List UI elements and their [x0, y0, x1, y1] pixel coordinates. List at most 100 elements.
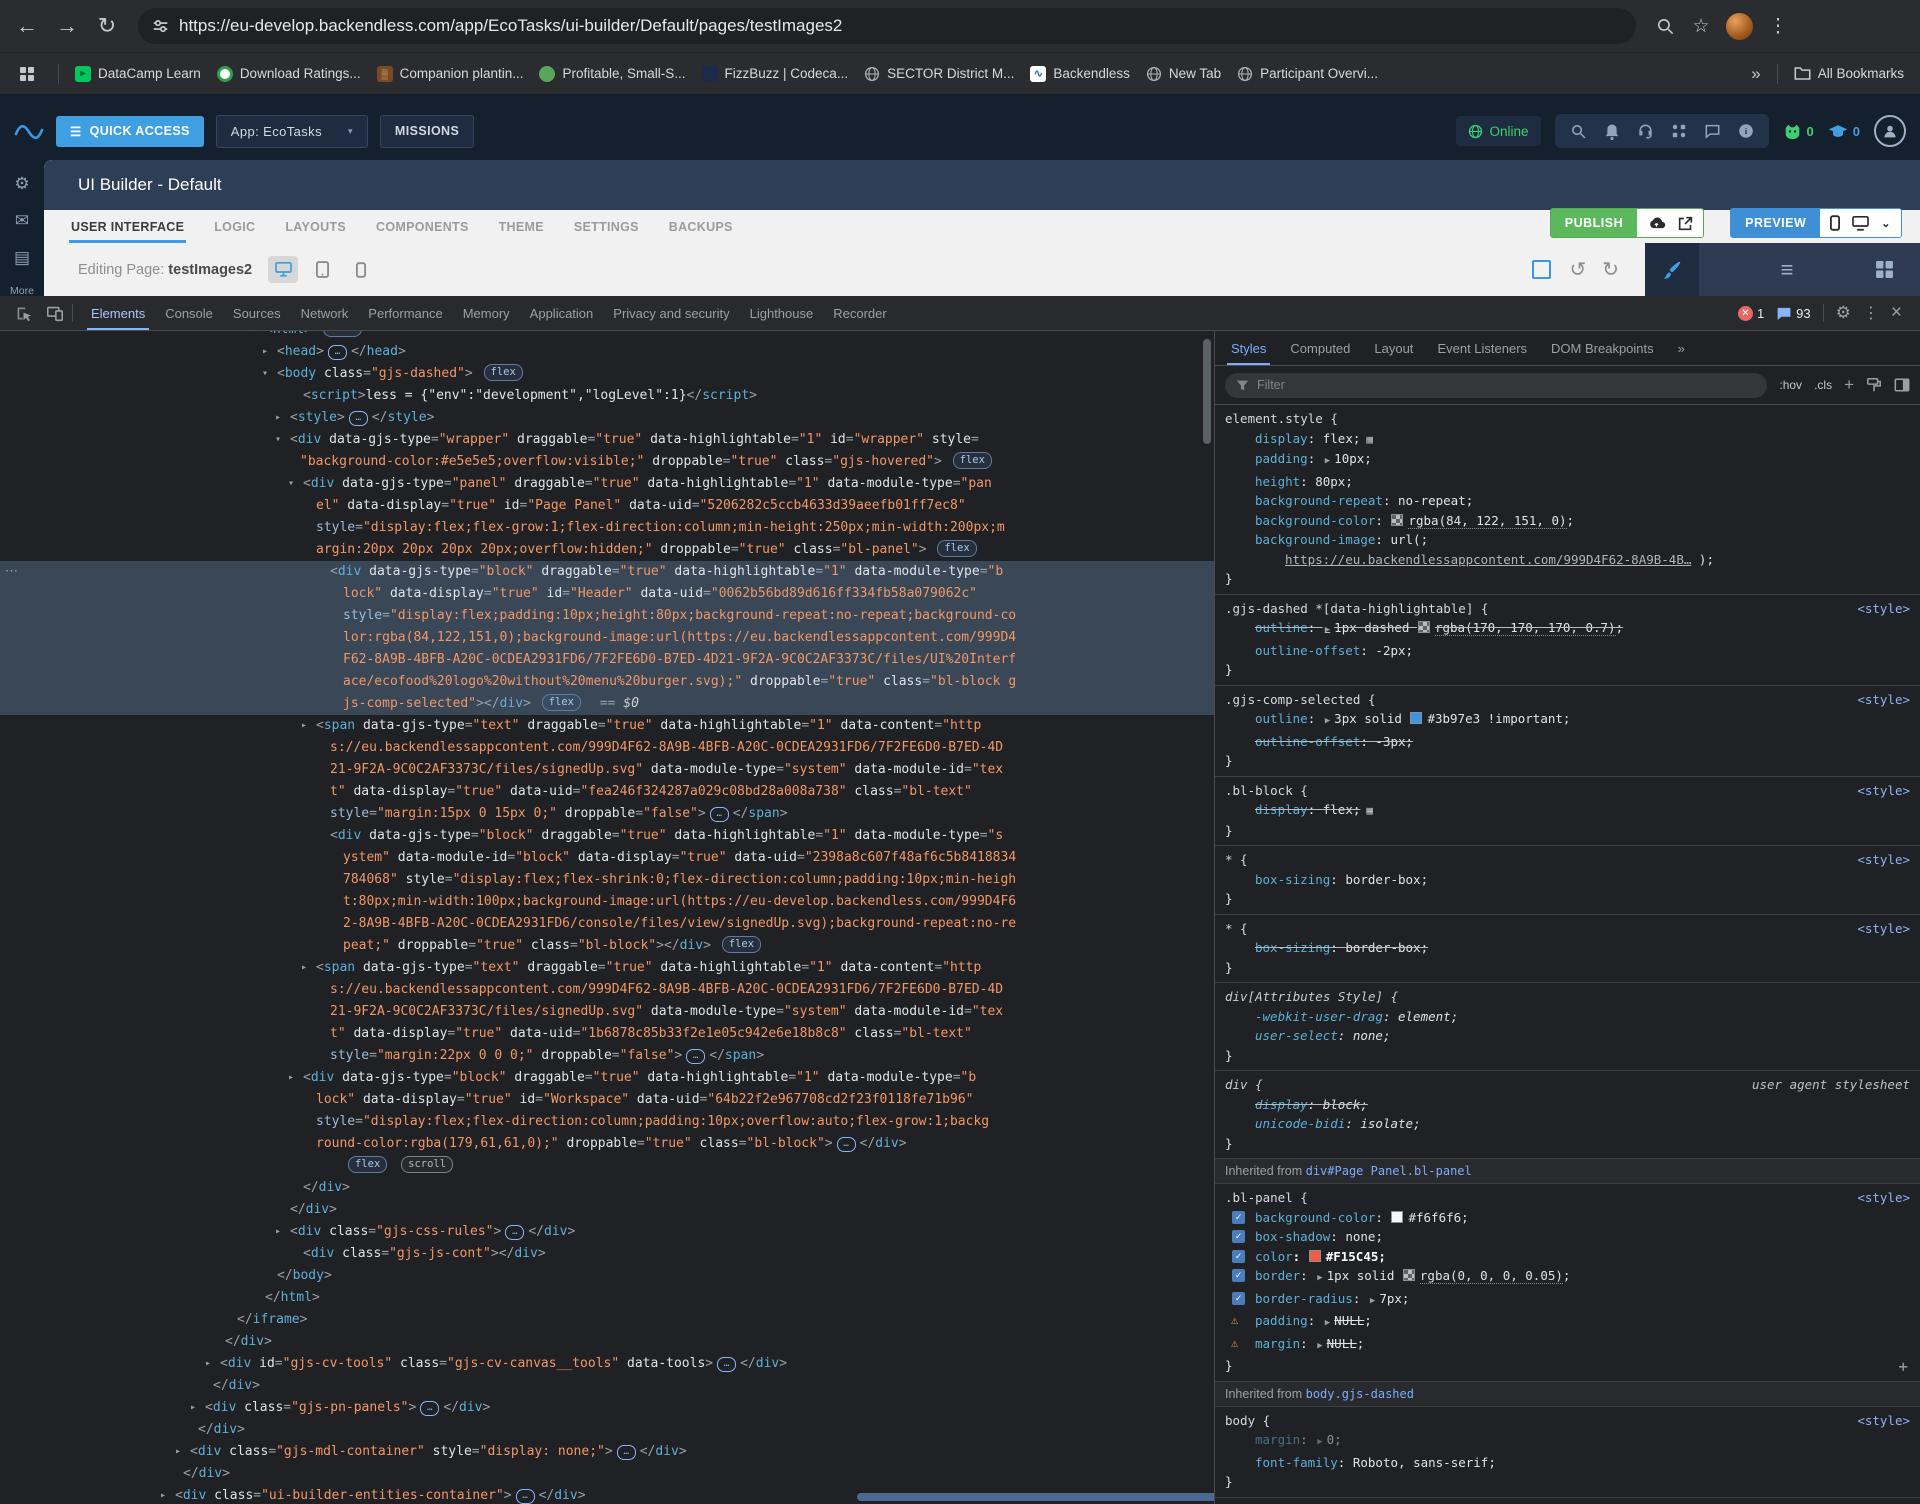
tree-line[interactable]: 784068" style="display:flex;flex-shrink:…	[0, 869, 1214, 891]
tree-line[interactable]: </div>	[0, 1177, 1214, 1199]
tree-line[interactable]: ▾<div data-gjs-type="wrapper" draggable=…	[0, 429, 1214, 451]
bookmark-item[interactable]: ∿Backendless	[1030, 66, 1130, 82]
css-declaration[interactable]: background-image: url(;	[1225, 530, 1910, 550]
tree-line[interactable]: round-color:rgba(179,61,61,0);" droppabl…	[0, 1133, 1214, 1155]
flex-badge[interactable]: flex	[484, 364, 523, 381]
flex-badge[interactable]: flex	[937, 540, 976, 557]
publish-button[interactable]: PUBLISH	[1550, 208, 1704, 238]
reload-button[interactable]: ↻	[90, 9, 124, 43]
expand-value-arrow[interactable]: ▶	[1317, 1341, 1322, 1351]
backendless-logo-icon[interactable]	[14, 120, 44, 142]
tree-line[interactable]: ▸<head>…</head>	[0, 341, 1214, 363]
property-checkbox[interactable]: ✓	[1232, 1211, 1245, 1224]
collapse-arrow-icon[interactable]: ▾	[288, 473, 294, 495]
rule-origin-link[interactable]: <style>	[1857, 850, 1910, 870]
tree-line[interactable]: lock" data-display="true" id="Header" da…	[0, 583, 1214, 605]
expand-inline-icon[interactable]: …	[617, 1445, 636, 1460]
tree-line[interactable]: </html>	[0, 1287, 1214, 1309]
data-icon[interactable]: ▤	[14, 248, 30, 268]
phone-view-button[interactable]	[346, 256, 376, 283]
scroll-badge[interactable]: scroll	[401, 1156, 453, 1173]
tablet-view-button[interactable]	[307, 256, 337, 283]
styles-tabs-overflow-icon[interactable]: »	[1666, 331, 1697, 365]
account-avatar[interactable]	[1874, 115, 1906, 147]
devtools-tab-sources[interactable]: Sources	[223, 296, 291, 330]
rule-origin-link[interactable]: <style>	[1857, 690, 1910, 710]
devtools-tab-network[interactable]: Network	[291, 296, 359, 330]
expand-value-arrow[interactable]: ▶	[1317, 1437, 1322, 1447]
theme-brush-button[interactable]	[1645, 243, 1699, 296]
preview-chevron-icon[interactable]: ⌄	[1881, 217, 1891, 230]
expand-arrow-icon[interactable]: ▸	[205, 1353, 211, 1375]
expand-arrow-icon[interactable]: ▸	[301, 715, 307, 737]
expand-value-arrow[interactable]: ▶	[1325, 625, 1330, 635]
tree-line[interactable]: F62-8A9B-4BFB-A20C-0CDEA2931FD6/7F2FE6D0…	[0, 649, 1214, 671]
add-property-icon[interactable]: +	[1898, 1357, 1908, 1377]
css-declaration[interactable]: background-repeat: no-repeat;	[1225, 491, 1910, 511]
devtools-tab-privacy-and-security[interactable]: Privacy and security	[603, 296, 739, 330]
tree-line[interactable]: ▸<div class="gjs-mdl-container" style="d…	[0, 1441, 1214, 1463]
node-actions-dots[interactable]: ⋯	[5, 563, 18, 579]
site-settings-icon[interactable]	[152, 18, 169, 35]
css-declaration[interactable]: margin: ▶0;	[1225, 1430, 1910, 1453]
css-rule[interactable]: * {<style>box-sizing: border-box;}	[1215, 846, 1920, 915]
color-swatch[interactable]	[1410, 712, 1422, 724]
new-style-rule-icon[interactable]: +	[1844, 375, 1854, 395]
browser-menu-icon[interactable]: ⋮	[1763, 11, 1793, 41]
css-rule[interactable]: div[Attributes Style] {-webkit-user-drag…	[1215, 983, 1920, 1071]
css-declaration[interactable]: display: block;	[1225, 1095, 1910, 1115]
css-declaration[interactable]: ⚠margin: ▶NULL;	[1225, 1334, 1910, 1357]
flex-badge[interactable]: flex	[953, 452, 992, 469]
tree-line[interactable]: ▾<body class="gjs-dashed"> flex	[0, 363, 1214, 385]
rule-origin-link[interactable]: <style>	[1857, 1188, 1910, 1208]
tree-line[interactable]: <script>less = {"env":"development","log…	[0, 385, 1214, 407]
bookmark-item[interactable]: Participant Overvi...	[1237, 66, 1378, 82]
device-toolbar-icon[interactable]	[40, 300, 70, 326]
tree-line[interactable]: style="display:flex;flex-direction:colum…	[0, 1111, 1214, 1133]
tree-line[interactable]: ▾<div data-gjs-type="panel" draggable="t…	[0, 473, 1214, 495]
tree-line[interactable]: ▸<div class="gjs-pn-panels">…</div>	[0, 1397, 1214, 1419]
builder-tab-backups[interactable]: BACKUPS	[669, 210, 733, 243]
collapse-arrow-icon[interactable]: ▾	[250, 331, 256, 341]
inherited-node-link[interactable]: div#Page Panel.bl-panel	[1306, 1164, 1472, 1178]
horizontal-scrollbar[interactable]	[857, 1493, 1214, 1501]
preview-desktop-icon[interactable]	[1852, 216, 1869, 231]
bookmark-item[interactable]: ▸DataCamp Learn	[75, 66, 201, 82]
inspect-element-icon[interactable]	[8, 300, 38, 326]
desktop-view-button[interactable]	[268, 256, 298, 283]
css-declaration[interactable]: display: flex;▦	[1225, 429, 1910, 450]
css-declaration[interactable]: user-select: none;	[1225, 1026, 1910, 1046]
flex-editor-icon[interactable]: ▦	[1366, 433, 1373, 446]
tree-line[interactable]: 2-8A9B-4BFB-A20C-0CDEA2931FD6/console/fi…	[0, 913, 1214, 935]
blocks-grid-icon[interactable]	[1875, 260, 1894, 279]
tree-line[interactable]: style="margin:15px 0 15px 0;" droppable=…	[0, 803, 1214, 825]
expand-inline-icon[interactable]: …	[710, 807, 729, 822]
css-declaration[interactable]: box-sizing: border-box;	[1225, 938, 1910, 958]
color-swatch[interactable]	[1391, 514, 1403, 526]
inherited-node-link[interactable]: body.gjs-dashed	[1306, 1387, 1414, 1401]
bookmark-star-icon[interactable]: ☆	[1686, 11, 1716, 41]
bookmarks-overflow-icon[interactable]: »	[1751, 64, 1760, 84]
tree-line[interactable]: style="display:flex;padding:10px;height:…	[0, 605, 1214, 627]
styles-tab-event-listeners[interactable]: Event Listeners	[1425, 331, 1539, 365]
preview-button[interactable]: PREVIEW ⌄	[1730, 208, 1902, 238]
flex-editor-icon[interactable]: ▦	[1366, 804, 1373, 817]
rendering-emulation-icon[interactable]	[1866, 377, 1882, 393]
css-declaration[interactable]: ✓box-shadow: none;	[1225, 1227, 1910, 1247]
bookmark-item[interactable]: Profitable, Small-S...	[539, 66, 685, 82]
tree-line[interactable]: ▸<div class="gjs-css-rules">…</div>	[0, 1221, 1214, 1243]
expand-value-arrow[interactable]: ▶	[1325, 716, 1330, 726]
css-declaration[interactable]: ✓background-color: #f6f6f6;	[1225, 1208, 1910, 1228]
rule-origin-link[interactable]: <style>	[1857, 919, 1910, 939]
builder-tab-user-interface[interactable]: USER INTERFACE	[71, 210, 184, 243]
tree-line[interactable]: el" data-display="true" id="Page Panel" …	[0, 495, 1214, 517]
css-declaration[interactable]: -webkit-user-drag: element;	[1225, 1007, 1910, 1027]
css-declaration[interactable]: outline-offset: -2px;	[1225, 641, 1910, 661]
expand-arrow-icon[interactable]: ▸	[288, 1067, 294, 1089]
css-declaration[interactable]: padding: ▶10px;	[1225, 449, 1910, 472]
color-swatch[interactable]	[1403, 1269, 1415, 1281]
apps-grid-icon[interactable]	[12, 59, 42, 89]
builder-tab-logic[interactable]: LOGIC	[214, 210, 255, 243]
expand-inline-icon[interactable]: …	[686, 1049, 705, 1064]
layers-menu-icon[interactable]: ≡	[1781, 257, 1794, 283]
